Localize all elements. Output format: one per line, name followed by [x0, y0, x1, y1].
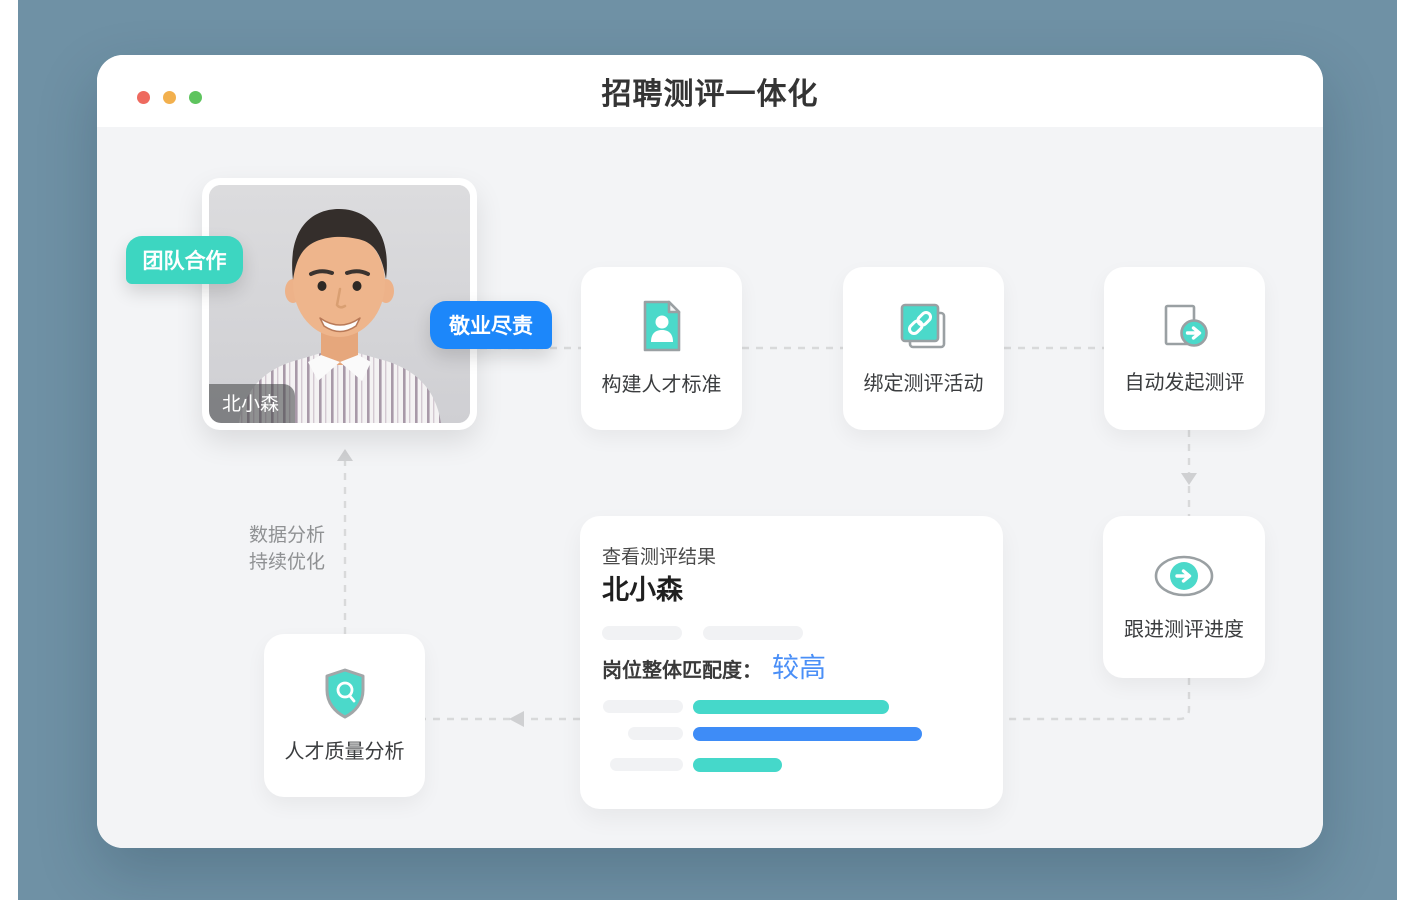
- step-card-quality-analysis: 人才质量分析: [264, 634, 425, 797]
- placeholder-pill: [703, 626, 803, 640]
- step-label: 构建人才标准: [602, 368, 722, 397]
- arrow-left-icon: [509, 711, 524, 727]
- step-label: 人才质量分析: [285, 735, 405, 764]
- flow-note: 数据分析 持续优化: [249, 522, 325, 576]
- placeholder-pill: [603, 700, 683, 713]
- candidate-photo: 北小森: [209, 185, 470, 423]
- window-titlebar: 招聘测评一体化: [97, 55, 1323, 127]
- flow-canvas: 北小森 团队合作 敬业尽责 构建人才标准: [97, 127, 1323, 848]
- step-card-follow-progress: 跟进测评进度: [1103, 516, 1265, 678]
- candidate-name-tag: 北小森: [209, 384, 295, 423]
- flow-note-line1: 数据分析: [249, 522, 325, 549]
- arrow-up-icon: [337, 449, 353, 461]
- doc-send-icon: [1160, 302, 1210, 352]
- match-label: 岗位整体匹配度：: [602, 654, 762, 683]
- step-card-bind-assessment: 绑定测评活动: [843, 267, 1004, 430]
- score-bar: [693, 700, 889, 714]
- minimize-button[interactable]: [163, 91, 176, 104]
- app-window: 招聘测评一体化: [97, 55, 1323, 848]
- window-controls: [137, 91, 202, 104]
- result-candidate-name: 北小森: [602, 568, 683, 607]
- result-subtitle: 查看测评结果: [602, 542, 716, 569]
- score-bar: [693, 727, 922, 741]
- placeholder-pill: [610, 758, 683, 771]
- placeholder-pill: [628, 727, 683, 740]
- score-bar: [693, 758, 782, 772]
- arrow-down-icon: [1181, 473, 1197, 485]
- shield-search-icon: [321, 667, 369, 721]
- trait-badge-dedication: 敬业尽责: [430, 301, 552, 349]
- zoom-button[interactable]: [189, 91, 202, 104]
- step-card-build-standard: 构建人才标准: [581, 267, 742, 430]
- placeholder-pill: [602, 626, 682, 640]
- window-title: 招聘测评一体化: [602, 69, 819, 113]
- step-label: 跟进测评进度: [1124, 613, 1244, 642]
- step-label: 自动发起测评: [1125, 366, 1245, 395]
- step-label: 绑定测评活动: [864, 367, 984, 396]
- trait-badge-teamwork: 团队合作: [126, 236, 243, 284]
- progress-arrow-icon: [1153, 553, 1215, 599]
- match-row: 岗位整体匹配度： 较高: [602, 646, 826, 685]
- step-card-auto-launch: 自动发起测评: [1104, 267, 1265, 430]
- match-value: 较高: [772, 646, 826, 685]
- link-cards-icon: [898, 301, 950, 353]
- doc-person-icon: [640, 300, 684, 354]
- close-button[interactable]: [137, 91, 150, 104]
- assessment-result-card: 查看测评结果 北小森 岗位整体匹配度： 较高: [580, 516, 1003, 809]
- flow-note-line2: 持续优化: [249, 549, 325, 576]
